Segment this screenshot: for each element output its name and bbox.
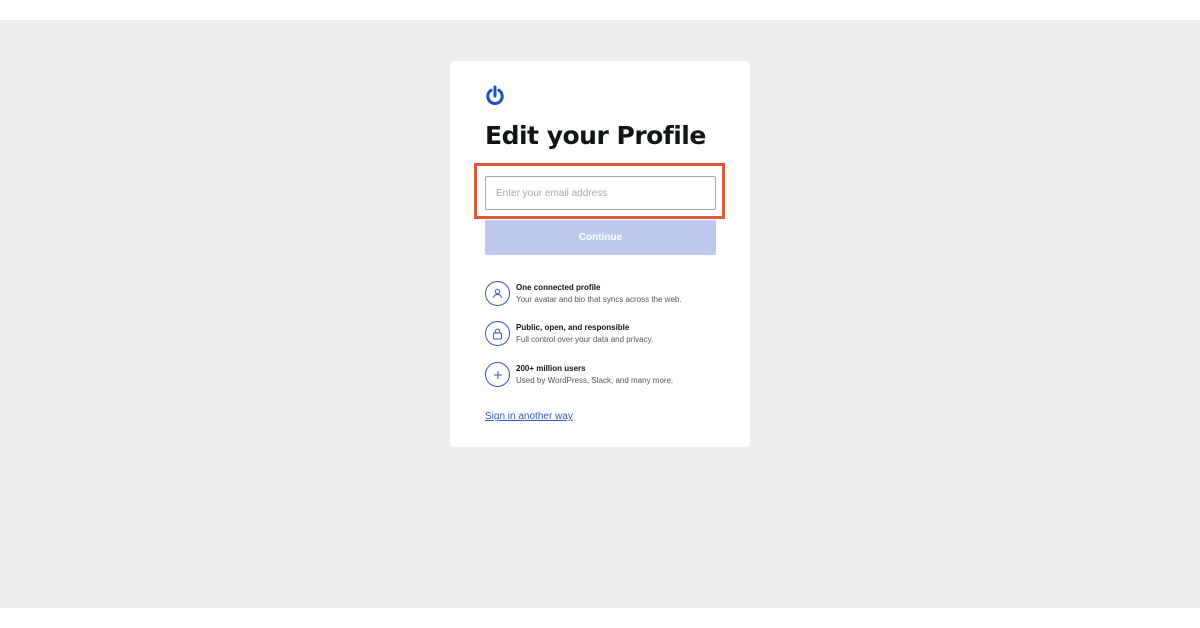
feature-item-privacy: Public, open, and responsible Full contr… <box>485 321 725 349</box>
feature-item-users: 200+ million users Used by WordPress, Sl… <box>485 362 725 390</box>
continue-button[interactable]: Continue <box>485 220 716 255</box>
page-background: Edit your Profile Continue One connected… <box>0 20 1200 608</box>
user-icon <box>485 281 510 306</box>
feature-description: Your avatar and bio that syncs across th… <box>516 295 682 304</box>
feature-title: One connected profile <box>516 283 601 292</box>
power-icon <box>486 85 504 105</box>
feature-description: Used by WordPress, Slack, and many more. <box>516 376 674 385</box>
login-card: Edit your Profile Continue One connected… <box>450 61 750 447</box>
lock-icon <box>485 321 510 346</box>
page-title: Edit your Profile <box>485 121 706 150</box>
feature-title: Public, open, and responsible <box>516 323 630 332</box>
plus-icon <box>485 362 510 387</box>
feature-title: 200+ million users <box>516 364 586 373</box>
sign-in-another-way-link[interactable]: Sign in another way <box>485 411 573 422</box>
email-field[interactable] <box>485 176 716 210</box>
feature-item-connected-profile: One connected profile Your avatar and bi… <box>485 281 725 309</box>
feature-description: Full control over your data and privacy. <box>516 335 654 344</box>
